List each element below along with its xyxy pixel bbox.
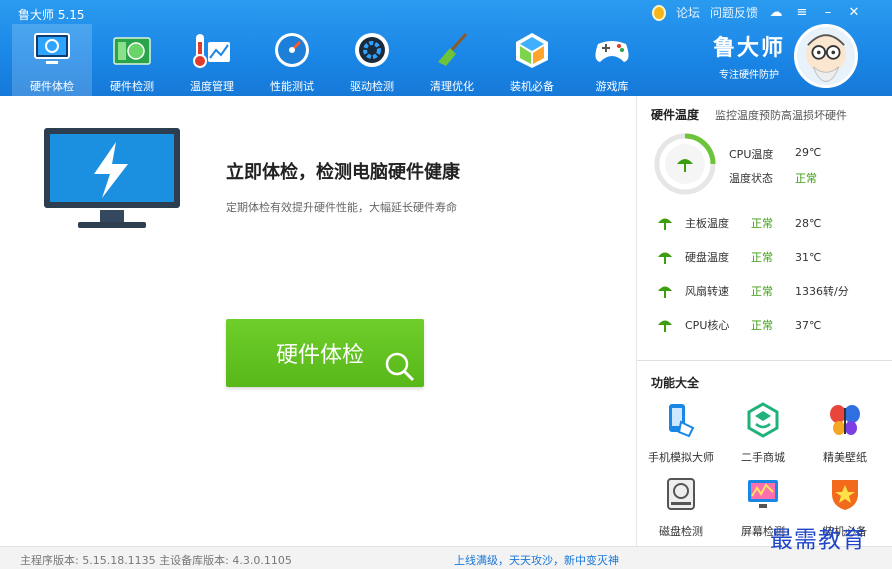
hexagon-smile-icon <box>747 402 779 438</box>
brand: 鲁大师 专注硬件防护 <box>704 30 794 81</box>
nav-item-essentials[interactable]: 装机必备 <box>492 24 572 96</box>
feedback-link[interactable]: 问题反馈 <box>710 4 758 21</box>
brand-name: 鲁大师 <box>712 36 785 61</box>
nav-label: 装机必备 <box>510 80 554 93</box>
version-info: 主程序版本: 5.15.18.1135 主设备库版本: 4.3.0.1105 <box>20 554 292 567</box>
nav-label: 清理优化 <box>430 80 474 93</box>
tool-wallpaper[interactable]: 精美壁纸 <box>805 402 885 465</box>
cpu-gauge-icon <box>654 133 716 195</box>
temp-row-motherboard: 主板温度 正常 28℃ <box>657 214 887 232</box>
gear-icon <box>350 28 394 72</box>
main-nav: 硬件体检 硬件检测 温度管理 性能测试 驱动检测 清理优化 装机必备 游戏库 <box>12 24 652 96</box>
check-button-label: 硬件体检 <box>275 342 364 367</box>
functions-title: 功能大全 <box>651 376 700 390</box>
menu-icon[interactable]: ≡ <box>794 5 810 20</box>
forum-link[interactable]: 论坛 <box>676 4 700 21</box>
tool-label: 精美壁纸 <box>823 451 867 464</box>
skin-icon[interactable]: ☁ <box>768 5 784 20</box>
brand-slogan: 专注硬件防护 <box>719 70 779 81</box>
gamepad-icon <box>590 28 634 72</box>
close-icon[interactable]: ✕ <box>846 5 862 20</box>
temp-row-label: 硬盘温度 <box>685 251 729 264</box>
hardware-temperature-panel: 硬件温度 监控温度预防高温损坏硬件 CPU温度 29℃ 温度状态 正常 主板温度… <box>636 96 892 546</box>
cpu-temp-label: CPU温度 <box>729 148 774 161</box>
temp-row-label: 风扇转速 <box>685 285 729 298</box>
temp-row-status: 正常 <box>751 285 773 298</box>
tool-label: 二手商城 <box>741 451 785 464</box>
temperature-subtitle: 监控温度预防高温损坏硬件 <box>715 109 847 122</box>
temp-row-value: 28℃ <box>795 216 822 230</box>
umbrella-icon <box>658 286 672 298</box>
umbrella-icon <box>658 320 672 332</box>
temp-row-status: 正常 <box>751 319 773 332</box>
nav-item-temperature[interactable]: 温度管理 <box>172 24 252 96</box>
hardware-check-button[interactable]: 硬件体检 <box>226 319 424 387</box>
promo-link[interactable]: 上线满级，天天攻沙，新中变灭神 <box>454 552 619 568</box>
phone-icon <box>669 404 695 438</box>
main-panel: 立即体检，检测电脑硬件健康 定期体检有效提升硬件性能，大幅延长硬件寿命 硬件体检 <box>0 96 636 546</box>
cube-icon <box>510 28 554 72</box>
avatar[interactable] <box>794 24 858 88</box>
temp-row-status: 正常 <box>751 251 773 264</box>
title-bar: 鲁大师 5.15 论坛 问题反馈 ☁ ≡ – ✕ 硬件体检 硬件检测 温度管理 <box>0 0 892 96</box>
nav-label: 硬件检测 <box>110 80 154 93</box>
temp-row-disk: 硬盘温度 正常 31℃ <box>657 248 887 266</box>
temp-row-label: CPU核心 <box>685 319 730 332</box>
nav-item-clean[interactable]: 清理优化 <box>412 24 492 96</box>
page-headline: 立即体检，检测电脑硬件健康 <box>226 162 460 183</box>
status-bar: 主程序版本: 5.15.18.1135 主设备库版本: 4.3.0.1105 上… <box>0 546 892 569</box>
nav-label: 硬件体检 <box>30 80 74 93</box>
nav-label: 性能测试 <box>270 80 314 93</box>
nav-item-performance[interactable]: 性能测试 <box>252 24 332 96</box>
temp-row-label: 主板温度 <box>685 217 729 230</box>
shield-star-icon <box>832 480 858 510</box>
tool-label: 手机模拟大师 <box>648 451 714 464</box>
medal-icon[interactable] <box>651 4 666 21</box>
top-links: 论坛 问题反馈 ☁ ≡ – ✕ <box>651 4 862 21</box>
nav-label: 温度管理 <box>190 80 234 93</box>
mascot-icon <box>806 34 846 82</box>
temp-row-cpu-core: CPU核心 正常 37℃ <box>657 316 887 334</box>
umbrella-icon <box>658 252 672 264</box>
app-title: 鲁大师 5.15 <box>18 8 85 22</box>
nav-item-games[interactable]: 游戏库 <box>572 24 652 96</box>
page-subline: 定期体检有效提升硬件性能，大幅延长硬件寿命 <box>226 201 457 214</box>
nav-item-driver[interactable]: 驱动检测 <box>332 24 412 96</box>
broom-icon <box>430 28 474 72</box>
search-icon <box>385 352 415 382</box>
butterfly-icon <box>830 405 860 435</box>
screen-icon <box>748 480 778 508</box>
speedometer-icon <box>270 28 314 72</box>
circuit-board-icon <box>110 28 154 72</box>
divider <box>637 360 892 361</box>
thermometer-icon <box>190 28 234 72</box>
temp-row-value: 31℃ <box>795 250 822 264</box>
temperature-title: 硬件温度 <box>651 108 700 122</box>
tool-disk-check[interactable]: 磁盘检测 <box>641 476 721 539</box>
nav-label: 驱动检测 <box>350 80 394 93</box>
nav-item-hardware-check[interactable]: 硬件体检 <box>12 24 92 96</box>
tool-second-hand-mall[interactable]: 二手商城 <box>723 402 803 465</box>
nav-label: 游戏库 <box>595 80 629 93</box>
monitor-check-icon <box>30 28 74 72</box>
tool-label: 磁盘检测 <box>659 525 703 538</box>
temp-row-value: 1336转/分 <box>795 285 849 298</box>
watermark: 最需教育 <box>770 527 866 553</box>
temp-row-value: 37℃ <box>795 318 822 332</box>
cpu-temp-value: 29℃ <box>795 146 822 159</box>
umbrella-icon <box>658 218 672 230</box>
tool-phone-emulator[interactable]: 手机模拟大师 <box>641 402 721 465</box>
minimize-icon[interactable]: – <box>820 5 836 20</box>
temp-row-status: 正常 <box>751 217 773 230</box>
temp-status-label: 温度状态 <box>729 172 773 185</box>
nav-item-hardware-detect[interactable]: 硬件检测 <box>92 24 172 96</box>
disk-icon <box>667 478 695 510</box>
temp-status-value: 正常 <box>795 172 817 185</box>
monitor-lightning-icon <box>44 128 180 228</box>
temp-row-fan: 风扇转速 正常 1336转/分 <box>657 282 887 300</box>
